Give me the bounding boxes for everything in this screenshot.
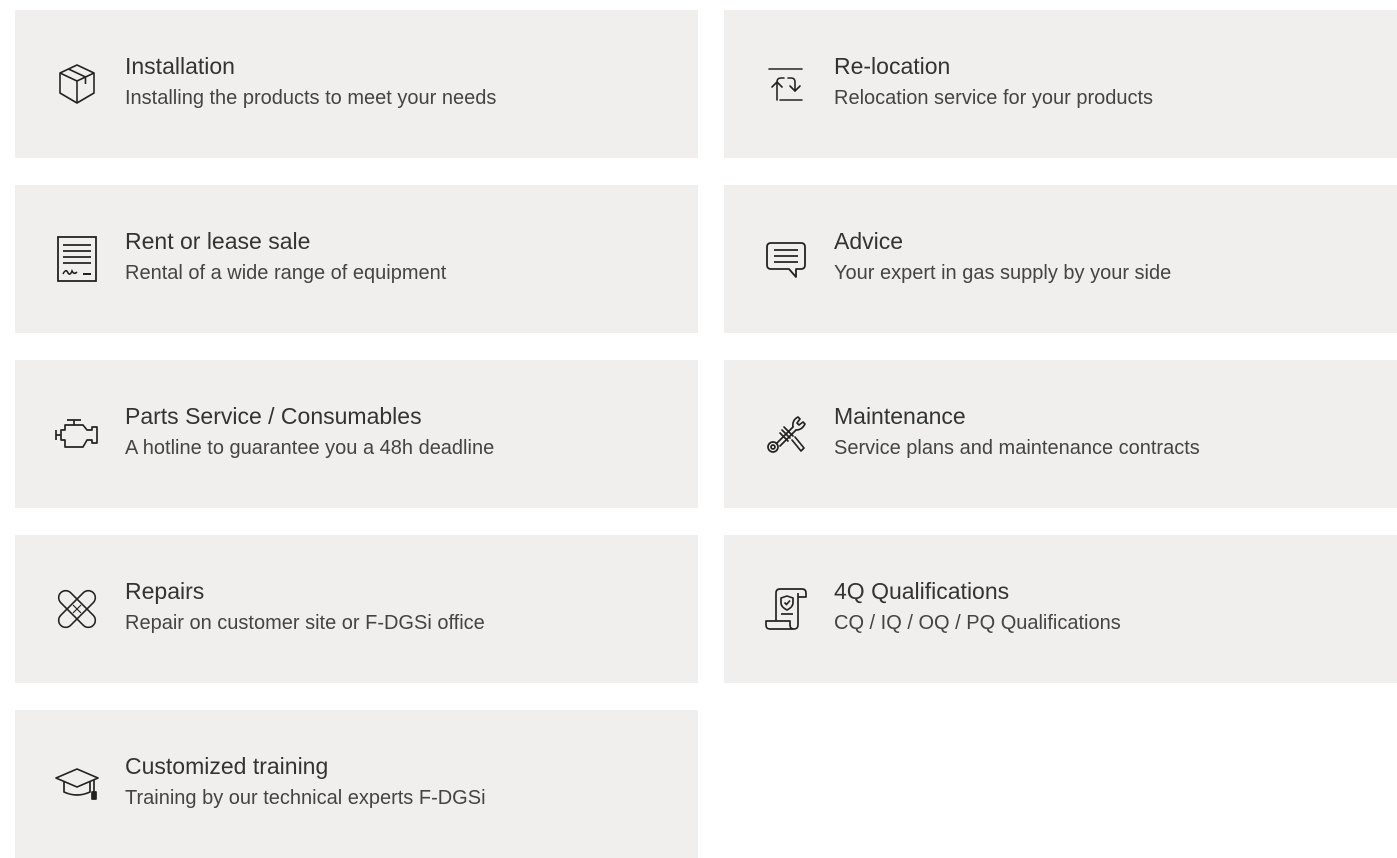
certificate-scroll-icon bbox=[762, 585, 810, 633]
service-card-rent-or-lease[interactable]: Rent or lease sale Rental of a wide rang… bbox=[15, 185, 698, 333]
service-card-repairs[interactable]: Repairs Repair on customer site or F-DGS… bbox=[15, 535, 698, 683]
service-title: 4Q Qualifications bbox=[834, 578, 1010, 604]
service-description: Service plans and maintenance contracts bbox=[834, 437, 1200, 459]
service-title: Advice bbox=[834, 228, 904, 254]
service-card-installation[interactable]: Installation Installing the products to … bbox=[15, 10, 698, 158]
service-card-relocation[interactable]: Re-location Relocation service for your … bbox=[724, 10, 1397, 158]
service-card-customized-training[interactable]: Customized training Training by our tech… bbox=[15, 710, 698, 858]
service-description: Training by our technical experts F-DGSi bbox=[125, 787, 486, 809]
relocation-arrows-icon bbox=[762, 60, 810, 108]
service-title: Customized training bbox=[125, 753, 329, 779]
service-title: Parts Service / Consumables bbox=[125, 403, 422, 429]
service-title: Maintenance bbox=[834, 403, 966, 429]
service-card-4q-qualifications[interactable]: 4Q Qualifications CQ / IQ / OQ / PQ Qual… bbox=[724, 535, 1397, 683]
tools-icon bbox=[762, 410, 810, 458]
service-description: Relocation service for your products bbox=[834, 87, 1154, 109]
service-title: Re-location bbox=[834, 53, 951, 79]
bandage-icon bbox=[53, 585, 101, 633]
service-card-parts-service[interactable]: Parts Service / Consumables A hotline to… bbox=[15, 360, 698, 508]
service-description: Installing the products to meet your nee… bbox=[125, 87, 497, 109]
service-description: CQ / IQ / OQ / PQ Qualifications bbox=[834, 612, 1121, 634]
services-grid: Installation Installing the products to … bbox=[15, 10, 1397, 858]
service-description: A hotline to guarantee you a 48h deadlin… bbox=[125, 437, 495, 459]
engine-icon bbox=[53, 410, 101, 458]
graduation-cap-icon bbox=[53, 760, 101, 808]
service-card-maintenance[interactable]: Maintenance Service plans and maintenanc… bbox=[724, 360, 1397, 508]
chat-bubble-icon bbox=[762, 235, 810, 283]
service-description: Repair on customer site or F-DGSi office bbox=[125, 612, 485, 634]
service-card-advice[interactable]: Advice Your expert in gas supply by your… bbox=[724, 185, 1397, 333]
service-description: Rental of a wide range of equipment bbox=[125, 262, 447, 284]
box-icon bbox=[53, 60, 101, 108]
service-title: Repairs bbox=[125, 578, 205, 604]
service-title: Rent or lease sale bbox=[125, 228, 311, 254]
service-description: Your expert in gas supply by your side bbox=[834, 262, 1172, 284]
contract-document-icon bbox=[53, 235, 101, 283]
service-title: Installation bbox=[125, 53, 235, 79]
